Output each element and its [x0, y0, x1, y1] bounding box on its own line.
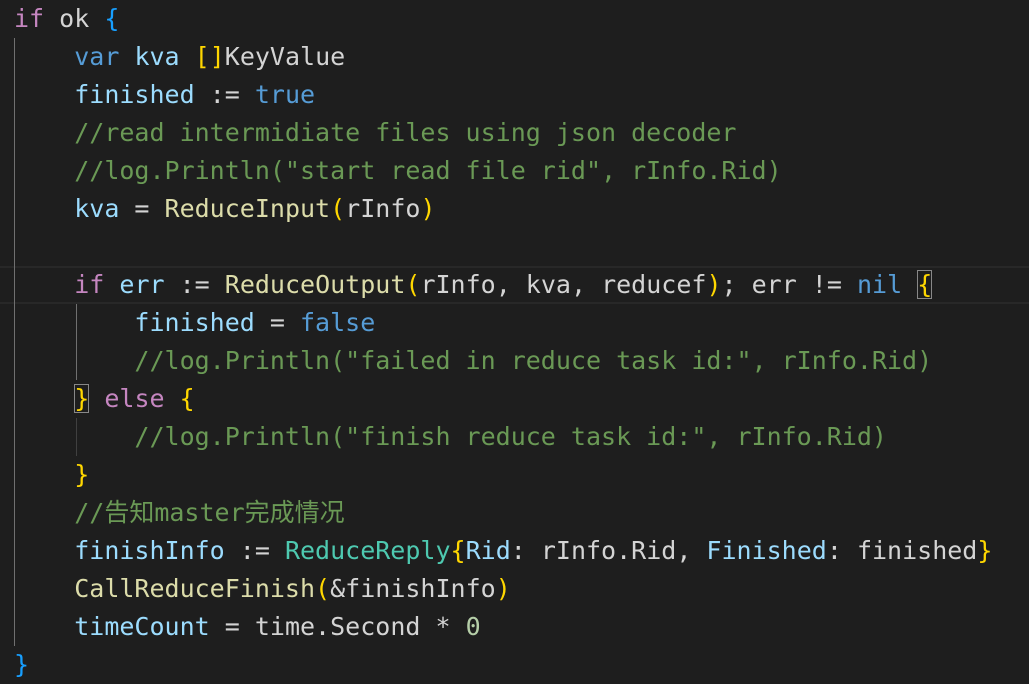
code-line[interactable]: finished := true: [0, 76, 1029, 114]
code-token: var: [74, 42, 120, 71]
code-token: //log.Println("start read file rid", rIn…: [74, 156, 782, 185]
code-line[interactable]: //log.Println("finish reduce task id:", …: [0, 418, 1029, 456]
code-token: true: [254, 80, 316, 109]
code-token: kva: [134, 42, 180, 71]
code-token: //告知master完成情况: [74, 498, 345, 527]
code-token: = time.: [209, 612, 331, 641]
code-token: }: [74, 384, 90, 413]
code-token: Finished: [706, 536, 827, 565]
code-token: if: [14, 4, 45, 33]
code-token: =: [119, 194, 165, 223]
code-token: finished: [74, 80, 195, 109]
code-token: rInfo: [345, 194, 421, 223]
code-token: nil: [856, 270, 903, 299]
code-token: err: [119, 270, 165, 299]
code-token: Second: [330, 612, 421, 641]
code-token: timeCount: [74, 612, 210, 641]
code-token: &finishInfo: [330, 574, 496, 603]
code-line[interactable]: } else {: [0, 380, 1029, 418]
code-token: ; err !=: [721, 270, 857, 299]
code-token: {: [104, 4, 120, 33]
code-token: : finished: [826, 536, 978, 565]
code-token: (: [315, 574, 331, 603]
code-token: ReduceInput: [164, 194, 331, 223]
code-token: kva: [74, 194, 120, 223]
code-line[interactable]: [0, 228, 1029, 266]
code-line[interactable]: //log.Println("start read file rid", rIn…: [0, 152, 1029, 190]
code-line[interactable]: kva = ReduceInput(rInfo): [0, 190, 1029, 228]
code-token: :=: [194, 80, 255, 109]
code-token: Rid: [465, 536, 511, 565]
code-line[interactable]: //log.Println("failed in reduce task id:…: [0, 342, 1029, 380]
code-token: {: [179, 384, 195, 413]
code-token: {: [450, 536, 466, 565]
code-line[interactable]: finished = false: [0, 304, 1029, 342]
code-token: (: [405, 270, 421, 299]
code-token: : rInfo.Rid,: [510, 536, 707, 565]
code-token: ): [495, 574, 511, 603]
code-token: false: [300, 308, 376, 337]
code-token: (: [330, 194, 346, 223]
code-line[interactable]: }: [0, 456, 1029, 494]
code-line[interactable]: if ok {: [0, 0, 1029, 38]
code-line[interactable]: if err := ReduceOutput(rInfo, kva, reduc…: [0, 266, 1029, 304]
code-line[interactable]: CallReduceFinish(&finishInfo): [0, 570, 1029, 608]
code-token: rInfo, kva, reducef: [420, 270, 707, 299]
code-token: {: [917, 270, 933, 299]
code-token: :=: [224, 536, 285, 565]
code-token: *: [420, 612, 466, 641]
code-token: ): [706, 270, 722, 299]
code-line[interactable]: }: [0, 646, 1029, 684]
code-token: ok: [44, 4, 105, 33]
code-token: ReduceOutput: [224, 270, 406, 299]
code-token: finished: [134, 308, 255, 337]
code-token: :=: [164, 270, 225, 299]
code-token: 0: [465, 612, 481, 641]
code-line[interactable]: //告知master完成情况: [0, 494, 1029, 532]
code-token: }: [74, 460, 90, 489]
code-token: []: [194, 42, 225, 71]
code-token: =: [254, 308, 300, 337]
code-token: KeyValue: [224, 42, 346, 71]
code-line[interactable]: finishInfo := ReduceReply{Rid: rInfo.Rid…: [0, 532, 1029, 570]
code-token: ): [420, 194, 436, 223]
code-token: //log.Println("failed in reduce task id:…: [134, 346, 933, 375]
code-token: }: [14, 650, 30, 679]
code-token: //read intermidiate files using json dec…: [74, 118, 737, 147]
code-token: finishInfo: [74, 536, 225, 565]
code-token: //log.Println("finish reduce task id:", …: [134, 422, 887, 451]
code-line[interactable]: timeCount = time.Second * 0: [0, 608, 1029, 646]
code-line[interactable]: var kva []KeyValue: [0, 38, 1029, 76]
code-line[interactable]: //read intermidiate files using json dec…: [0, 114, 1029, 152]
code-token: }: [977, 536, 993, 565]
code-token: ReduceReply: [284, 536, 451, 565]
code-token: CallReduceFinish: [74, 574, 316, 603]
code-token: if: [74, 270, 105, 299]
code-token: else: [104, 384, 165, 413]
code-editor[interactable]: if ok { var kva []KeyValue finished := t…: [0, 0, 1029, 684]
